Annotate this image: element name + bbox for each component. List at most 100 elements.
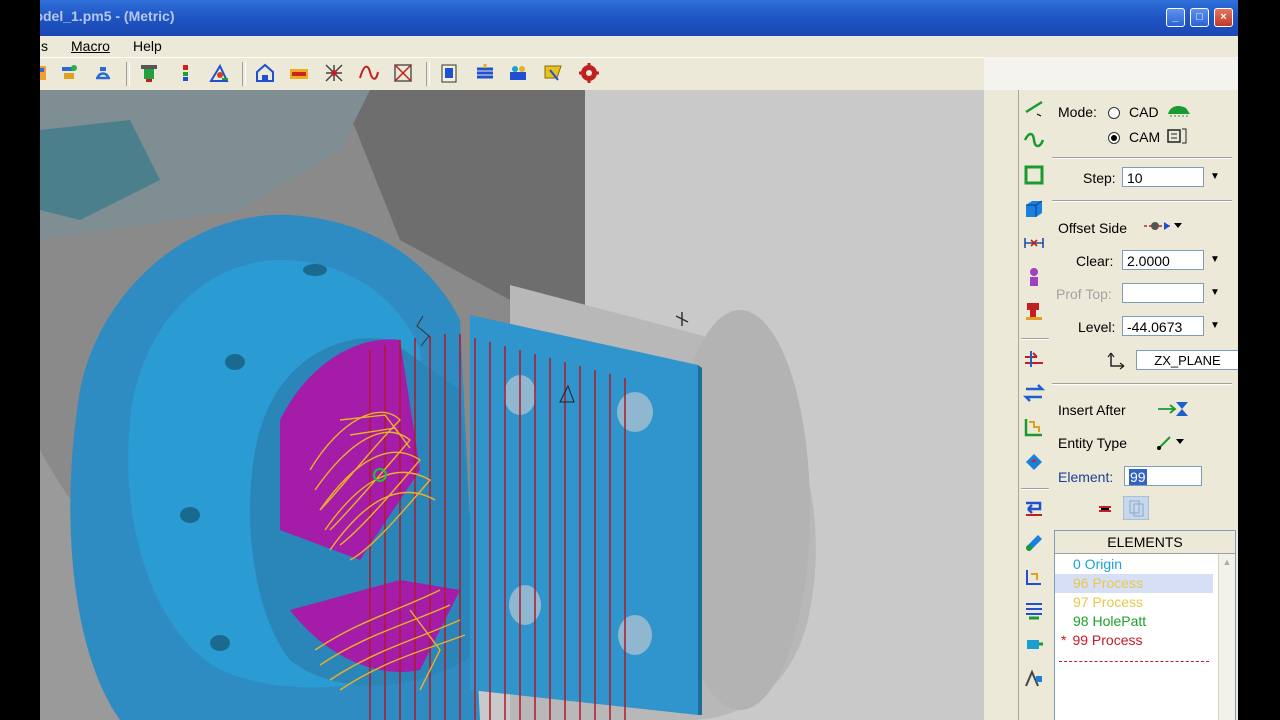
prof-top-field[interactable] — [1122, 283, 1204, 303]
elements-list-item[interactable]: * 99 Process — [1055, 631, 1213, 650]
mesh-icon[interactable] — [323, 62, 345, 84]
step-dropdown-icon[interactable]: ▼ — [1210, 171, 1220, 182]
cam-label: CAM — [1129, 129, 1161, 145]
app-root: model_1.pm5 - (Metric) _ □ × s Macro Hel… — [0, 0, 1280, 720]
toolpath-icon[interactable] — [138, 62, 160, 84]
cad-icon — [1168, 106, 1190, 117]
transform-icon[interactable] — [58, 62, 80, 84]
menu-bar: s Macro Help — [40, 36, 1238, 56]
rectangle-icon[interactable] — [1023, 164, 1045, 186]
tools-icon[interactable] — [507, 62, 529, 84]
minimize-button[interactable]: _ — [1166, 8, 1185, 27]
elements-scrollbar[interactable]: ▲ — [1218, 554, 1235, 720]
stack-icon[interactable] — [474, 62, 496, 84]
elements-list-item[interactable]: 98 HolePatt — [1055, 612, 1213, 631]
tray-icon[interactable] — [288, 62, 310, 84]
snap-icon[interactable] — [208, 62, 230, 84]
element-item-label: 98 HolePatt — [1073, 613, 1147, 629]
return-icon[interactable] — [1023, 498, 1045, 520]
level-field[interactable]: -44.0673 — [1122, 316, 1204, 336]
plane-field[interactable]: ZX_PLANE — [1136, 350, 1238, 370]
cad-radio[interactable] — [1108, 107, 1120, 119]
window-title: model_1.pm5 - (Metric) — [40, 8, 175, 24]
clear-label: Clear: — [1076, 253, 1114, 269]
select-icon[interactable] — [40, 62, 56, 84]
element-field[interactable]: 99 — [1124, 466, 1202, 486]
grid-icon[interactable] — [392, 62, 414, 84]
panel-separator — [1052, 383, 1232, 385]
cam-radio[interactable] — [1108, 132, 1120, 144]
side-toolbar-separator — [1021, 488, 1049, 490]
menu-item-tools[interactable]: s — [41, 38, 48, 54]
wizard-icon[interactable] — [542, 62, 564, 84]
toolbar-separator — [242, 62, 246, 86]
offset-side-label: Offset Side — [1058, 220, 1128, 236]
gear-icon[interactable] — [578, 62, 600, 84]
side-toolbar — [1018, 90, 1051, 720]
element-delete-icon[interactable] — [1096, 500, 1114, 518]
prof-top-label: Prof Top: — [1056, 286, 1112, 302]
level-icon[interactable] — [174, 62, 196, 84]
dimension-icon[interactable] — [1023, 232, 1045, 254]
element-item-label: 99 Process — [1072, 632, 1143, 648]
plane-axis-icon[interactable] — [1107, 350, 1127, 370]
rotate-icon[interactable] — [92, 62, 114, 84]
curve-icon[interactable] — [358, 62, 380, 84]
hand-icon[interactable] — [1023, 566, 1045, 588]
cad-model-render — [40, 90, 984, 720]
tool-icon[interactable] — [1023, 532, 1045, 554]
plug-icon[interactable] — [1023, 634, 1045, 656]
insert-after-icon[interactable] — [1156, 400, 1192, 418]
prof-top-dropdown-icon[interactable]: ▼ — [1210, 287, 1220, 298]
level-label: Level: — [1078, 319, 1116, 335]
machine-icon[interactable] — [1023, 600, 1045, 622]
house-icon[interactable] — [254, 62, 276, 84]
cam-icon — [1167, 128, 1187, 144]
application-window: model_1.pm5 - (Metric) _ □ × s Macro Hel… — [40, 0, 1238, 720]
cube-icon[interactable] — [1023, 198, 1045, 220]
3d-viewport[interactable] — [40, 90, 984, 720]
property-panel: Mode: CAD CAM Step: 10 ▼ Offset Side Cle… — [1052, 90, 1238, 720]
elements-list-item[interactable]: 97 Process — [1055, 593, 1213, 612]
step-icon[interactable] — [1023, 416, 1045, 438]
spline-icon[interactable] — [1023, 128, 1045, 150]
line-icon[interactable] — [1023, 96, 1045, 118]
toolbar-empty-area — [984, 57, 1238, 90]
element-item-marker: * — [1061, 632, 1067, 648]
offset-side-icon[interactable] — [1142, 218, 1184, 234]
user-icon[interactable] — [1023, 266, 1045, 288]
element-label: Element: — [1058, 469, 1114, 485]
clear-field[interactable]: 2.0000 — [1122, 250, 1204, 270]
toolbar-separator — [126, 62, 130, 86]
robot-icon[interactable] — [1023, 300, 1045, 322]
clipboard-icon[interactable] — [438, 62, 460, 84]
router-icon[interactable] — [1023, 668, 1045, 690]
xform-icon[interactable] — [1023, 348, 1045, 370]
cad-label: CAD — [1129, 104, 1159, 120]
scroll-up-arrow[interactable]: ▲ — [1219, 554, 1235, 570]
elements-header: ELEMENTS — [1055, 531, 1235, 554]
menu-item-help[interactable]: Help — [133, 38, 162, 54]
elements-list: ELEMENTS 0 Origin 96 Process 97 Process … — [1054, 530, 1236, 720]
insert-after-label: Insert After — [1058, 402, 1126, 418]
title-bar: model_1.pm5 - (Metric) _ □ × — [40, 0, 1238, 36]
toolbar-separator — [426, 62, 430, 86]
elements-list-item[interactable]: 0 Origin — [1055, 555, 1213, 574]
element-item-label: 96 Process — [1073, 575, 1144, 591]
element-item-label: 97 Process — [1073, 594, 1144, 610]
level-dropdown-icon[interactable]: ▼ — [1210, 320, 1220, 331]
element-copy-icon[interactable] — [1123, 496, 1149, 520]
maximize-button[interactable]: □ — [1190, 8, 1209, 27]
step-field[interactable]: 10 — [1122, 167, 1204, 187]
elements-list-item[interactable]: 96 Process — [1055, 574, 1213, 593]
element-item-label: 0 Origin — [1073, 556, 1123, 572]
mode-label: Mode: — [1058, 104, 1097, 120]
clear-dropdown-icon[interactable]: ▼ — [1210, 254, 1220, 265]
swap-icon[interactable] — [1023, 382, 1045, 404]
paint-icon[interactable] — [1023, 450, 1045, 472]
close-button[interactable]: × — [1214, 8, 1233, 27]
panel-separator — [1052, 157, 1232, 159]
entity-type-icon[interactable] — [1156, 433, 1188, 451]
menu-item-macro[interactable]: Macro — [71, 38, 110, 54]
main-toolbar — [40, 57, 984, 89]
